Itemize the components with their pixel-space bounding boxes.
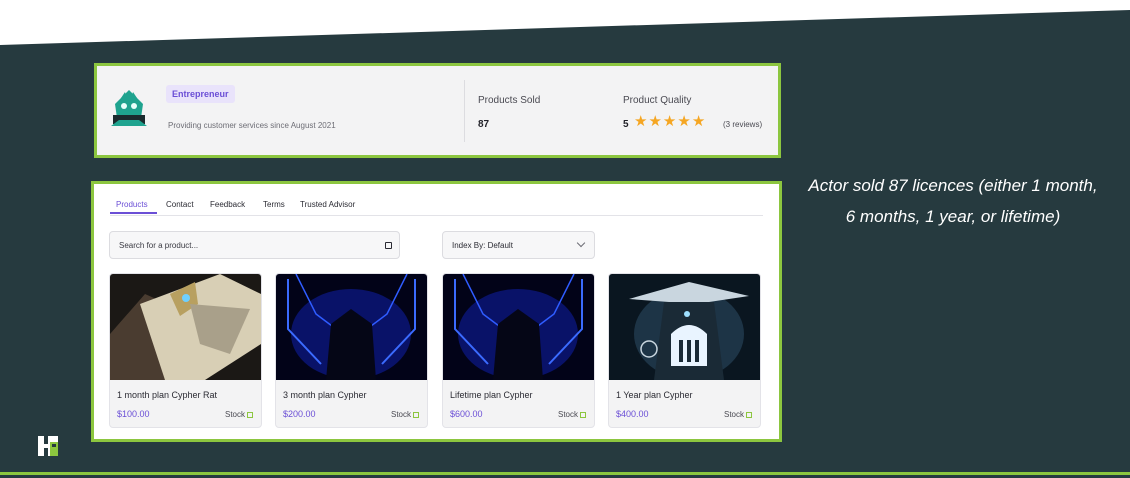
product-quality-value: 5	[623, 119, 629, 130]
sort-select-label: Index By: Default	[452, 241, 513, 250]
product-price: $600.00	[450, 409, 483, 419]
star-icon: ★	[691, 113, 707, 130]
product-card[interactable]: Lifetime plan Cypher $600.00 Stock	[442, 273, 595, 428]
product-quality-label: Product Quality	[623, 95, 692, 106]
product-price: $400.00	[616, 409, 649, 419]
product-image	[609, 274, 760, 380]
search-input[interactable]	[110, 232, 379, 258]
stock-icon	[247, 411, 253, 418]
product-card[interactable]: 1 month plan Cypher Rat $100.00 Stock	[109, 273, 262, 428]
products-sold-value: 87	[478, 119, 490, 130]
seller-summary-panel: Entrepreneur Providing customer services…	[94, 63, 781, 158]
product-image	[276, 274, 427, 380]
product-title: 1 Year plan Cypher	[616, 390, 693, 400]
star-icon: ★	[677, 113, 692, 130]
store-panel: Products Contact Feedback Terms Trusted …	[91, 181, 782, 442]
product-image	[443, 274, 594, 380]
stock-label: Stock	[390, 410, 411, 419]
tab-terms[interactable]: Terms	[263, 200, 285, 209]
slide-caption: Actor sold 87 licences (either 1 month, …	[808, 176, 1098, 226]
seller-since-text: Providing customer services since August…	[168, 121, 336, 130]
product-card[interactable]: 1 Year plan Cypher $400.00 Stock	[608, 273, 761, 428]
product-price: $200.00	[283, 409, 316, 419]
product-price: $100.00	[117, 409, 150, 419]
star-icon: ★	[634, 113, 649, 130]
products-sold-label: Products Sold	[478, 95, 541, 106]
stock-icon	[746, 411, 752, 418]
product-stock: Stock	[724, 410, 752, 419]
stock-icon	[413, 411, 419, 418]
star-icon: ★	[662, 113, 678, 130]
tab-trusted-advisor[interactable]: Trusted Advisor	[300, 200, 355, 209]
product-stock: Stock	[225, 410, 253, 419]
chevron-down-icon	[576, 238, 586, 248]
tab-bar: Products Contact Feedback Terms Trusted …	[110, 197, 763, 216]
tab-contact[interactable]: Contact	[166, 200, 194, 209]
stock-icon	[580, 411, 586, 418]
product-image	[110, 274, 261, 380]
reviews-count[interactable]: (3 reviews)	[723, 120, 762, 129]
product-stock: Stock	[558, 410, 586, 419]
tab-products[interactable]: Products	[116, 200, 148, 209]
divider	[464, 80, 465, 142]
product-title: 3 month plan Cypher	[283, 390, 367, 400]
product-title: 1 month plan Cypher Rat	[117, 390, 218, 400]
seller-badge: Entrepreneur	[166, 85, 235, 103]
product-title: Lifetime plan Cypher	[450, 390, 533, 400]
rating-stars: ★★★★★	[634, 113, 707, 130]
search-box	[109, 231, 400, 259]
stock-label: Stock	[557, 410, 578, 419]
tab-feedback[interactable]: Feedback	[210, 200, 245, 209]
product-card[interactable]: 3 month plan Cypher $200.00 Stock	[275, 273, 428, 428]
product-stock: Stock	[391, 410, 419, 419]
stock-label: Stock	[723, 410, 744, 419]
search-icon[interactable]	[385, 242, 392, 249]
stock-label: Stock	[224, 410, 245, 419]
bottom-accent-line	[0, 472, 1130, 475]
star-icon: ★	[648, 113, 663, 130]
brand-logo-icon	[38, 436, 58, 456]
sort-select[interactable]: Index By: Default	[442, 231, 595, 259]
active-tab-indicator	[110, 212, 157, 214]
seller-avatar	[111, 90, 147, 126]
